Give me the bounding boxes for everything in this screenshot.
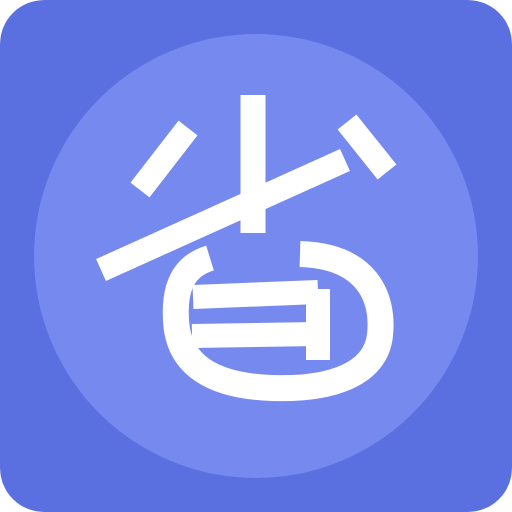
- app-icon-graphic: [0, 0, 512, 512]
- app-icon[interactable]: [0, 0, 512, 512]
